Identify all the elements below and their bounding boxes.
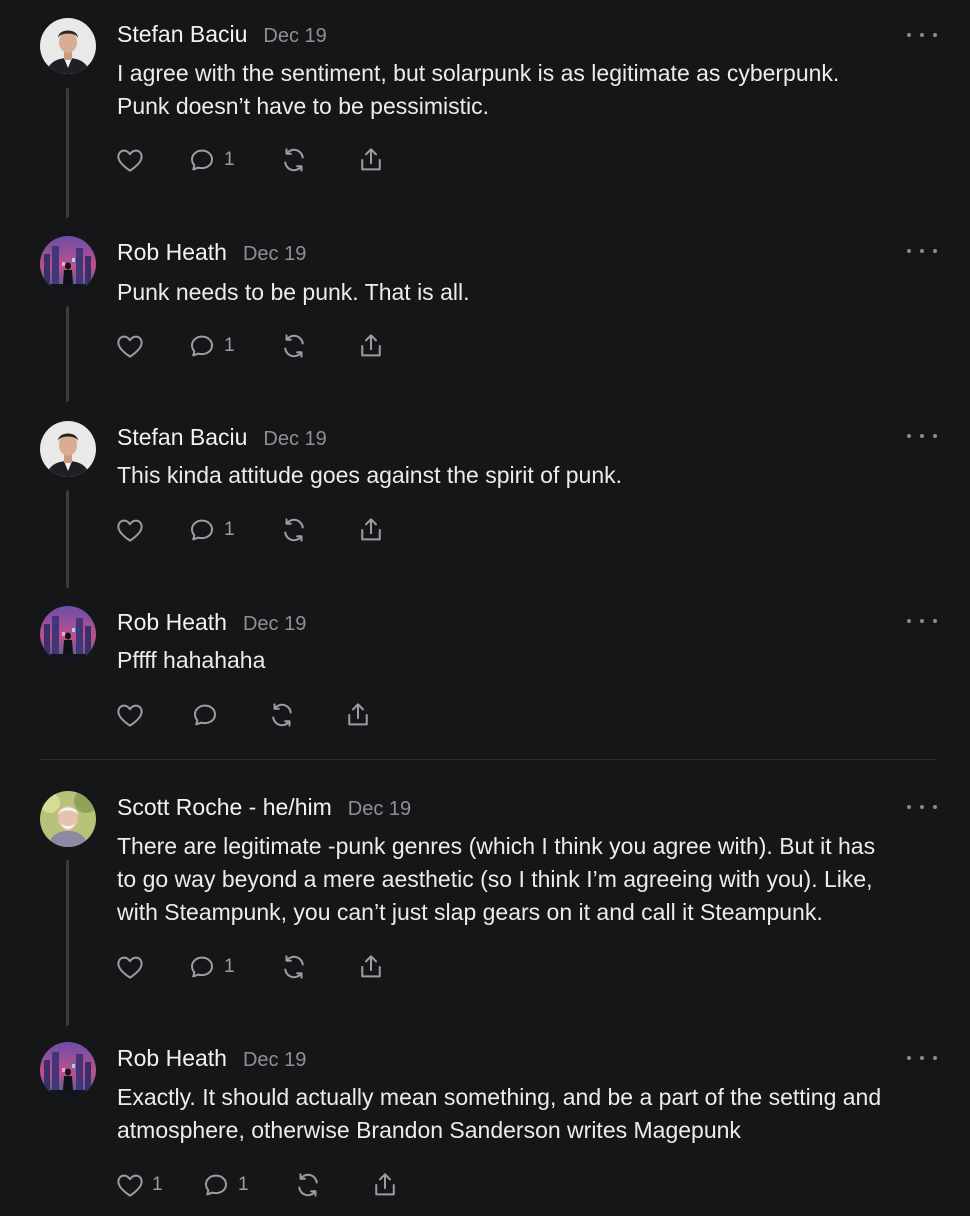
like-button[interactable] bbox=[115, 514, 145, 546]
restack-button[interactable] bbox=[267, 699, 297, 731]
like-button[interactable] bbox=[115, 951, 145, 983]
restack-arrows-icon bbox=[284, 334, 304, 358]
comment-bubble-icon bbox=[191, 149, 213, 171]
share-button[interactable] bbox=[370, 1169, 400, 1201]
thread-divider bbox=[40, 759, 937, 760]
like-button[interactable] bbox=[115, 699, 145, 731]
share-upload-icon bbox=[361, 148, 381, 171]
like-button[interactable] bbox=[115, 330, 145, 362]
like-button[interactable]: 1 bbox=[115, 1169, 163, 1201]
comment-bubble-icon bbox=[191, 956, 213, 978]
restack-button[interactable] bbox=[279, 514, 309, 546]
author-name[interactable]: Scott Roche - he/him bbox=[117, 794, 332, 821]
author-name[interactable]: Stefan Baciu bbox=[117, 21, 247, 48]
more-dots-icon[interactable] bbox=[907, 1052, 937, 1064]
share-upload-icon bbox=[361, 955, 381, 978]
reply-button[interactable]: 1 bbox=[201, 1169, 249, 1201]
reply-button[interactable] bbox=[190, 699, 220, 731]
reply-count: 1 bbox=[224, 519, 235, 540]
comment-date[interactable]: Dec 19 bbox=[263, 25, 326, 48]
author-name[interactable]: Rob Heath bbox=[117, 239, 227, 266]
restack-arrows-icon bbox=[272, 703, 292, 727]
more-dots-icon[interactable] bbox=[907, 801, 937, 813]
share-button[interactable] bbox=[356, 951, 386, 983]
more-dots-icon[interactable] bbox=[907, 615, 937, 627]
comment-bubble-icon bbox=[194, 704, 216, 726]
comment-text: I agree with the sentiment, but solarpun… bbox=[117, 57, 947, 123]
reply-count: 1 bbox=[224, 335, 235, 356]
author-name[interactable]: Stefan Baciu bbox=[117, 424, 247, 451]
reply-count: 1 bbox=[224, 149, 235, 170]
thread-line bbox=[66, 306, 69, 402]
reply-button[interactable]: 1 bbox=[187, 144, 235, 176]
more-dots-icon[interactable] bbox=[907, 29, 937, 41]
comment-bubble-icon bbox=[205, 1174, 227, 1196]
like-count: 1 bbox=[152, 1174, 163, 1195]
thread-line bbox=[66, 88, 69, 218]
share-upload-icon bbox=[361, 518, 381, 541]
avatar[interactable] bbox=[40, 421, 96, 477]
like-button[interactable] bbox=[115, 144, 145, 176]
heart-icon bbox=[117, 1174, 143, 1197]
comment-bubble-icon bbox=[191, 335, 213, 357]
more-dots-icon[interactable] bbox=[907, 245, 937, 257]
heart-icon bbox=[117, 956, 143, 979]
comment-text: This kinda attitude goes against the spi… bbox=[117, 459, 947, 492]
restack-button[interactable] bbox=[293, 1169, 323, 1201]
avatar[interactable] bbox=[40, 791, 96, 847]
comment-line: There are legitimate -punk genres (which… bbox=[117, 833, 876, 859]
restack-arrows-icon bbox=[284, 955, 304, 979]
reply-button[interactable]: 1 bbox=[187, 330, 235, 362]
share-upload-icon bbox=[348, 703, 368, 726]
author-name[interactable]: Rob Heath bbox=[117, 609, 227, 636]
reply-count: 1 bbox=[224, 956, 235, 977]
comment-date[interactable]: Dec 19 bbox=[243, 613, 306, 636]
comment-bubble-icon bbox=[191, 519, 213, 541]
reply-count: 1 bbox=[238, 1174, 249, 1195]
restack-button[interactable] bbox=[279, 330, 309, 362]
restack-arrows-icon bbox=[284, 148, 304, 172]
thread-line bbox=[66, 860, 69, 1026]
share-button[interactable] bbox=[356, 330, 386, 362]
heart-icon bbox=[117, 335, 143, 358]
share-button[interactable] bbox=[356, 514, 386, 546]
comment-line: atmosphere, otherwise Brandon Sanderson … bbox=[117, 1117, 741, 1143]
avatar[interactable] bbox=[40, 1042, 96, 1098]
comment-line: Exactly. It should actually mean somethi… bbox=[117, 1084, 882, 1110]
share-button[interactable] bbox=[343, 699, 373, 731]
avatar[interactable] bbox=[40, 236, 96, 292]
comment-text: There are legitimate -punk genres (which… bbox=[117, 830, 947, 929]
restack-arrows-icon bbox=[284, 518, 304, 542]
avatar[interactable] bbox=[40, 606, 96, 662]
comment-line: I agree with the sentiment, but solarpun… bbox=[117, 60, 840, 86]
comment-line: Pffff hahahaha bbox=[117, 647, 266, 673]
avatar[interactable] bbox=[40, 18, 96, 74]
comment-text: Exactly. It should actually mean somethi… bbox=[117, 1081, 947, 1147]
comment-line: This kinda attitude goes against the spi… bbox=[117, 462, 623, 488]
comment-line: to go way beyond a mere aesthetic (so I … bbox=[117, 866, 873, 892]
restack-button[interactable] bbox=[279, 951, 309, 983]
comment-line: Punk doesn’t have to be pessimistic. bbox=[117, 93, 490, 119]
comment-line: Punk needs to be punk. That is all. bbox=[117, 279, 470, 305]
comment-text: Pffff hahahaha bbox=[117, 644, 947, 677]
comment-text: Punk needs to be punk. That is all. bbox=[117, 276, 947, 309]
author-name[interactable]: Rob Heath bbox=[117, 1045, 227, 1072]
more-dots-icon[interactable] bbox=[907, 430, 937, 442]
comment-date[interactable]: Dec 19 bbox=[263, 428, 326, 451]
reply-button[interactable]: 1 bbox=[187, 951, 235, 983]
share-upload-icon bbox=[375, 1173, 395, 1196]
restack-button[interactable] bbox=[279, 144, 309, 176]
reply-button[interactable]: 1 bbox=[187, 514, 235, 546]
heart-icon bbox=[117, 149, 143, 172]
heart-icon bbox=[117, 704, 143, 727]
comment-line: with Steampunk, you can’t just slap gear… bbox=[117, 899, 823, 925]
heart-icon bbox=[117, 519, 143, 542]
restack-arrows-icon bbox=[298, 1173, 318, 1197]
thread-line bbox=[66, 490, 69, 588]
comment-date[interactable]: Dec 19 bbox=[243, 1049, 306, 1072]
share-upload-icon bbox=[361, 334, 381, 357]
comment-date[interactable]: Dec 19 bbox=[243, 243, 306, 266]
comment-date[interactable]: Dec 19 bbox=[348, 798, 411, 821]
share-button[interactable] bbox=[356, 144, 386, 176]
